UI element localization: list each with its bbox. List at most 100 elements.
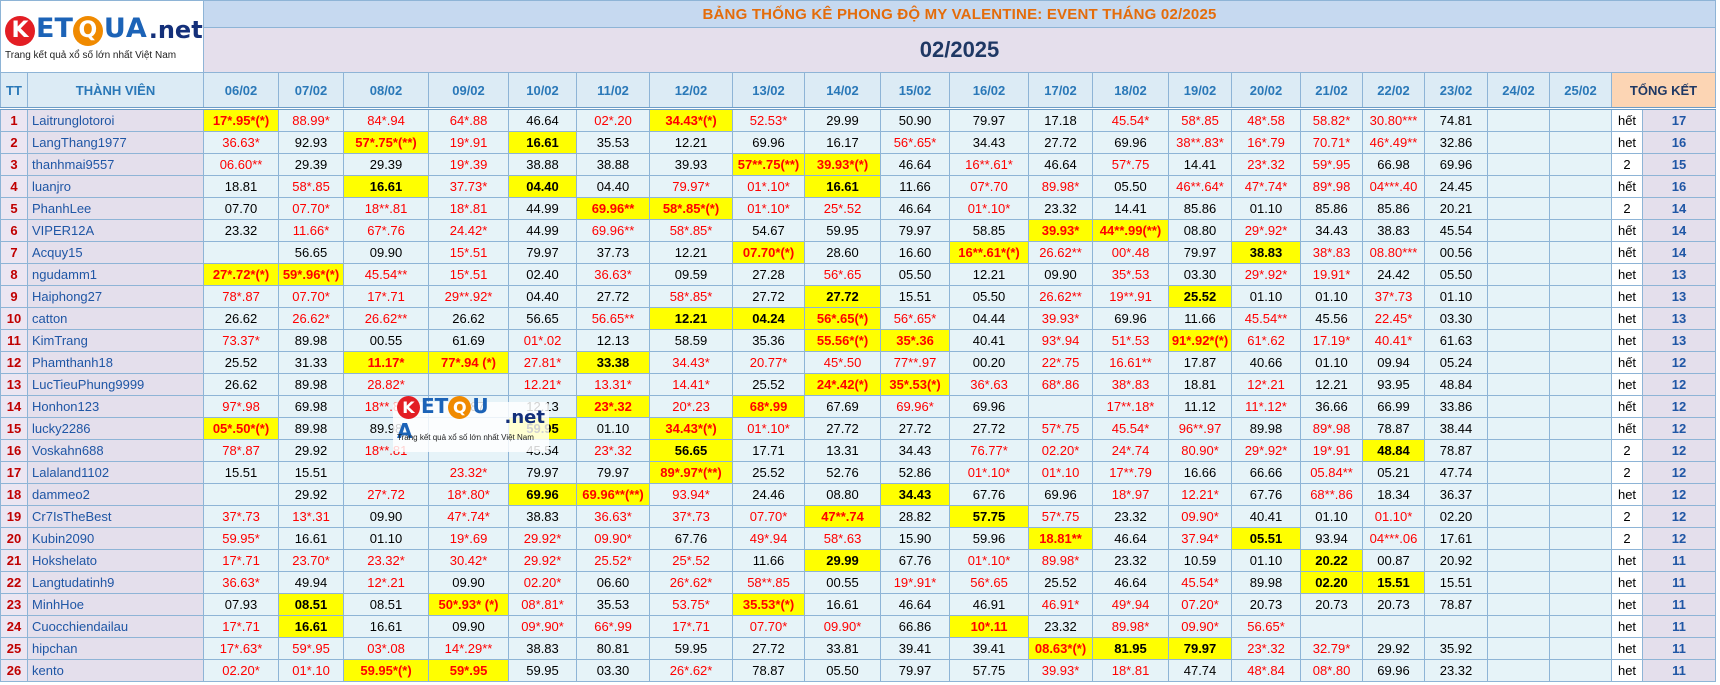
- member-name[interactable]: LucTieuPhung9999: [26, 373, 205, 396]
- score-cell: 45.54: [1424, 219, 1489, 242]
- score-cell: 07.93: [203, 593, 280, 616]
- total-score: 13: [1642, 285, 1717, 308]
- column-header-date: 18/02: [1092, 72, 1170, 110]
- score-cell: 56*.65*: [880, 131, 951, 154]
- member-name[interactable]: PhanhLee: [26, 197, 205, 220]
- member-name[interactable]: thanhmai9557: [26, 153, 205, 176]
- score-cell: 18**.81: [343, 197, 430, 220]
- status-cell: hết: [1611, 219, 1644, 242]
- member-name[interactable]: VIPER12A: [26, 219, 205, 242]
- score-cell: 17*.71: [649, 615, 734, 638]
- score-cell: 04***.40: [1362, 175, 1426, 198]
- score-cell: 31.33: [278, 351, 345, 374]
- member-name[interactable]: Langtudatinh9: [26, 571, 205, 594]
- logo-letter: E: [36, 13, 55, 44]
- score-cell: 67.76: [649, 527, 734, 550]
- member-name[interactable]: kento: [26, 659, 205, 682]
- member-name[interactable]: Hokshelato: [26, 549, 205, 572]
- total-score: 12: [1642, 395, 1717, 418]
- score-cell: 34.43*(*): [649, 108, 734, 132]
- score-cell: 38*.83: [1092, 373, 1170, 396]
- member-name[interactable]: Acquy15: [26, 241, 205, 264]
- column-header-date: 15/02: [880, 72, 951, 110]
- total-score: 13: [1642, 263, 1717, 286]
- score-cell: 66.66: [1231, 461, 1302, 484]
- member-name[interactable]: Voskahn688: [26, 439, 205, 462]
- member-name[interactable]: Kubin2090: [26, 527, 205, 550]
- score-cell: 58*.85*(*): [649, 197, 734, 220]
- score-cell: 36.66: [1300, 395, 1364, 418]
- logo-letter: K: [5, 16, 35, 46]
- member-name[interactable]: Honhon123: [26, 395, 205, 418]
- score-cell: [1549, 527, 1613, 550]
- member-name[interactable]: Cuocchiendailau: [26, 615, 205, 638]
- total-score: 12: [1642, 527, 1717, 550]
- score-cell: [1549, 175, 1613, 198]
- member-name[interactable]: Lalaland1102: [26, 461, 205, 484]
- score-cell: 00.55: [804, 571, 882, 594]
- score-cell: 35.53: [576, 131, 651, 154]
- score-cell: 09.90: [1028, 263, 1094, 286]
- member-name[interactable]: Cr7IsTheBest: [26, 505, 205, 528]
- score-cell: 24*.74: [1092, 439, 1170, 462]
- score-cell: 04.40: [508, 285, 578, 308]
- score-cell: 16.61: [343, 175, 430, 198]
- score-cell: 22*.75: [1028, 351, 1094, 374]
- member-name[interactable]: ngudamm1: [26, 263, 205, 286]
- score-cell: 46.64: [508, 108, 578, 132]
- member-name[interactable]: LangThang1977: [26, 131, 205, 154]
- score-cell: [1549, 439, 1613, 462]
- score-cell: 20.73: [1300, 593, 1364, 616]
- member-name[interactable]: luanjro: [26, 175, 205, 198]
- score-cell: 16.66: [1168, 461, 1233, 484]
- ketqua-logo[interactable]: K ET Q UA .net Trang kết quả xổ số lớn nhất…: [5, 12, 203, 61]
- member-row: 23 MinhHoe 07.93 08.51 08.51 50*.93* (*) 08*.8…: [0, 593, 1717, 616]
- score-cell: 02.20: [1424, 505, 1489, 528]
- member-name[interactable]: hipchan: [26, 637, 205, 660]
- score-cell: 12.21: [1300, 373, 1364, 396]
- score-cell: 17.61: [1424, 527, 1489, 550]
- score-cell: 09.90*: [1168, 505, 1233, 528]
- score-cell: [1549, 549, 1613, 572]
- score-cell: [1549, 505, 1613, 528]
- score-cell: [1487, 197, 1551, 220]
- member-name[interactable]: catton: [26, 307, 205, 330]
- score-cell: 23.70*: [278, 549, 345, 572]
- score-cell: 96**.97: [1168, 417, 1233, 440]
- score-cell: 25*.52: [649, 549, 734, 572]
- score-cell: 39.41: [949, 637, 1030, 660]
- member-row: 1 Laitrunglotoroi 17*.95*(*) 88.99* 84*.94 64…: [0, 108, 1717, 132]
- member-name[interactable]: lucky2286: [26, 417, 205, 440]
- score-cell: 16.61: [804, 593, 882, 616]
- score-cell: 77**.97: [880, 351, 951, 374]
- member-name[interactable]: MinhHoe: [26, 593, 205, 616]
- member-name[interactable]: KimTrang: [26, 329, 205, 352]
- score-cell: 13.31*: [576, 373, 651, 396]
- member-name[interactable]: dammeo2: [26, 483, 205, 506]
- member-name[interactable]: Phamthanh18: [26, 351, 205, 374]
- score-cell: 85.86: [1168, 197, 1233, 220]
- member-name[interactable]: Haiphong27: [26, 285, 205, 308]
- rank-number: 18: [0, 483, 28, 506]
- score-cell: [1549, 108, 1613, 132]
- member-name[interactable]: Laitrunglotoroi: [26, 108, 205, 132]
- status-cell: 2: [1611, 461, 1644, 484]
- score-cell: 35*.53: [1092, 263, 1170, 286]
- score-cell: 12.21: [649, 241, 734, 264]
- score-cell: 15.51: [203, 461, 280, 484]
- score-cell: 48*.58: [1231, 108, 1302, 132]
- score-cell: 46.91*: [1028, 593, 1094, 616]
- score-cell: 40.41: [949, 329, 1030, 352]
- score-cell: 16*.79: [1231, 131, 1302, 154]
- score-cell: 89.98*: [1028, 175, 1094, 198]
- score-cell: 67.69: [804, 395, 882, 418]
- score-cell: 79.97: [508, 461, 578, 484]
- score-cell: 79.97: [576, 461, 651, 484]
- score-cell: 28.82*: [343, 373, 430, 396]
- score-cell: 09.90*: [1168, 615, 1233, 638]
- score-cell: [1549, 395, 1613, 418]
- score-cell: 05.51: [1231, 527, 1302, 550]
- score-cell: 11.66: [732, 549, 806, 572]
- member-row: 9 Haiphong27 78*.87 07.70* 17*.71 29**.92* 04.…: [0, 285, 1717, 308]
- score-cell: 46.64: [880, 197, 951, 220]
